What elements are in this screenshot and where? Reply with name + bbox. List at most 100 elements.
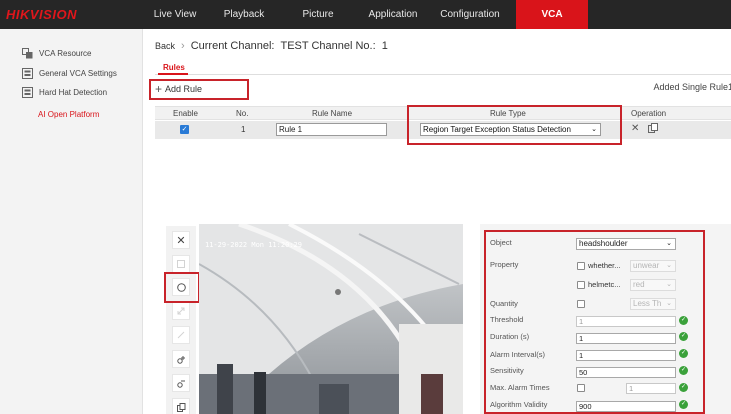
chevron-down-icon: ⌄	[666, 281, 672, 288]
delete-icon[interactable]: ✕	[631, 123, 639, 134]
quantity-label: Quantity	[490, 299, 518, 308]
whether-checkbox[interactable]	[577, 262, 585, 270]
header-no: No.	[236, 109, 249, 118]
quantity-checkbox[interactable]	[577, 300, 585, 308]
current-channel-label: Current Channel:	[190, 40, 275, 52]
sidebar-item-label: General VCA Settings	[39, 68, 117, 78]
whether-checkbox-label: whether...	[588, 261, 621, 270]
check-icon: ✓	[679, 316, 688, 325]
algorithm-validity-label: Algorithm Validity	[490, 400, 548, 409]
whether-value: unwear	[633, 261, 660, 270]
quantity-value: Less Th	[633, 299, 662, 308]
helmet-color-value: red	[633, 280, 645, 289]
quantity-select[interactable]: Less Th ⌄	[630, 298, 676, 310]
helmet-checkbox[interactable]	[577, 281, 585, 289]
line-tool-button[interactable]	[172, 326, 190, 344]
check-icon: ✓	[679, 400, 688, 409]
tab-divider	[155, 74, 731, 75]
rule-number: 1	[241, 125, 246, 134]
nav-picture[interactable]: Picture	[278, 0, 358, 29]
circle-tool-button[interactable]	[172, 278, 190, 296]
plus-icon: +	[155, 82, 163, 96]
nav-application[interactable]: Application	[358, 0, 428, 29]
whether-select[interactable]: unwear ⌄	[630, 260, 676, 272]
alarm-interval-input[interactable]: 1	[576, 350, 676, 361]
copy-icon[interactable]	[648, 123, 658, 136]
added-single-rule-status: Added Single Rule1	[653, 82, 731, 92]
object-label: Object	[490, 238, 512, 247]
sidebar-item-label: Hard Hat Detection	[39, 87, 108, 97]
header-enable: Enable	[173, 109, 198, 118]
sensitivity-label: Sensitivity	[490, 366, 524, 375]
pen-add-icon	[176, 355, 185, 364]
video-timestamp-osd: 11-29-2022 Mon 11:20:29	[205, 241, 302, 249]
nav-playback[interactable]: Playback	[210, 0, 278, 29]
camera-scene-image	[199, 224, 463, 414]
pen-remove-icon	[176, 380, 185, 388]
sidebar: VCA Resource General VCA Settings Hard H…	[0, 29, 143, 414]
drawing-toolbar: ✕	[166, 226, 196, 414]
max-alarm-times-checkbox[interactable]	[577, 384, 585, 392]
threshold-input[interactable]: 1	[576, 316, 676, 327]
rectangle-icon	[177, 260, 185, 268]
brand-logo: HIKVISION	[6, 7, 77, 22]
chevron-down-icon: ⌄	[666, 262, 672, 269]
check-icon: ✓	[679, 383, 688, 392]
rules-table-header: Enable No. Rule Name Rule Type Operation	[155, 106, 731, 120]
top-nav-bar: HIKVISION Live View Playback Picture App…	[0, 0, 731, 29]
expand-icon	[177, 307, 185, 315]
sidebar-item-ai-open-platform[interactable]: AI Open Platform	[0, 104, 143, 124]
header-operation: Operation	[631, 109, 667, 118]
hard-hat-icon	[22, 86, 33, 98]
breadcrumb: Back › Current Channel: TEST Channel No.…	[155, 40, 388, 52]
object-select[interactable]: headshoulder ⌄	[576, 238, 676, 250]
helmet-checkbox-label: helmetc...	[588, 280, 621, 289]
duration-input[interactable]: 1	[576, 333, 676, 344]
current-channel-value: TEST Channel No.: 1	[280, 40, 388, 52]
sidebar-item-label: VCA Resource	[39, 48, 92, 58]
header-rule-type: Rule Type	[490, 109, 526, 118]
add-point-tool-button[interactable]	[172, 350, 190, 368]
max-alarm-times-label: Max. Alarm Times	[490, 383, 550, 392]
sensitivity-input[interactable]: 50	[576, 367, 676, 378]
check-icon: ✓	[679, 332, 688, 341]
copy-region-tool-button[interactable]	[172, 398, 190, 414]
chevron-down-icon: ⌄	[666, 240, 672, 247]
video-preview[interactable]: 11-29-2022 Mon 11:20:29	[199, 224, 463, 414]
helmet-color-select[interactable]: red ⌄	[630, 279, 676, 291]
copy-region-icon	[176, 402, 185, 412]
add-rule-button[interactable]: + Add Rule	[155, 82, 202, 96]
remove-point-tool-button[interactable]	[172, 374, 190, 392]
nav-vca[interactable]: VCA	[516, 0, 588, 29]
check-icon: ✓	[679, 366, 688, 375]
check-icon: ✓	[679, 349, 688, 358]
close-tool-button[interactable]: ✕	[172, 231, 190, 249]
header-rule-name: Rule Name	[312, 109, 353, 118]
alarm-interval-label: Alarm Interval(s)	[490, 350, 546, 359]
max-alarm-times-input[interactable]: 1	[626, 383, 676, 394]
expand-tool-button[interactable]	[172, 302, 190, 320]
sidebar-item-general-vca-settings[interactable]: General VCA Settings	[0, 63, 143, 83]
sidebar-item-label: AI Open Platform	[38, 109, 100, 119]
back-link[interactable]: Back	[155, 41, 175, 51]
nav-live-view[interactable]: Live View	[140, 0, 210, 29]
add-rule-label: Add Rule	[165, 84, 203, 94]
circle-icon	[176, 282, 186, 292]
sidebar-item-hard-hat-detection[interactable]: Hard Hat Detection	[0, 82, 143, 102]
rule-type-select[interactable]: Region Target Exception Status Detection…	[420, 123, 601, 136]
rule-type-value: Region Target Exception Status Detection	[423, 125, 571, 134]
close-icon: ✕	[176, 234, 186, 247]
vca-resource-icon	[22, 47, 33, 59]
chevron-right-icon: ›	[181, 40, 185, 52]
enable-checkbox[interactable]: ✓	[180, 125, 189, 134]
rectangle-tool-button[interactable]	[172, 255, 190, 273]
algorithm-validity-input[interactable]: 900	[576, 401, 676, 412]
nav-configuration[interactable]: Configuration	[428, 0, 512, 29]
chevron-down-icon: ⌄	[591, 126, 597, 133]
chevron-down-icon: ⌄	[666, 300, 672, 307]
rule-name-input[interactable]: Rule 1	[276, 123, 387, 136]
sidebar-item-vca-resource[interactable]: VCA Resource	[0, 43, 143, 63]
threshold-label: Threshold	[490, 315, 524, 324]
tab-rules[interactable]: Rules	[163, 63, 185, 72]
duration-label: Duration (s)	[490, 332, 530, 341]
